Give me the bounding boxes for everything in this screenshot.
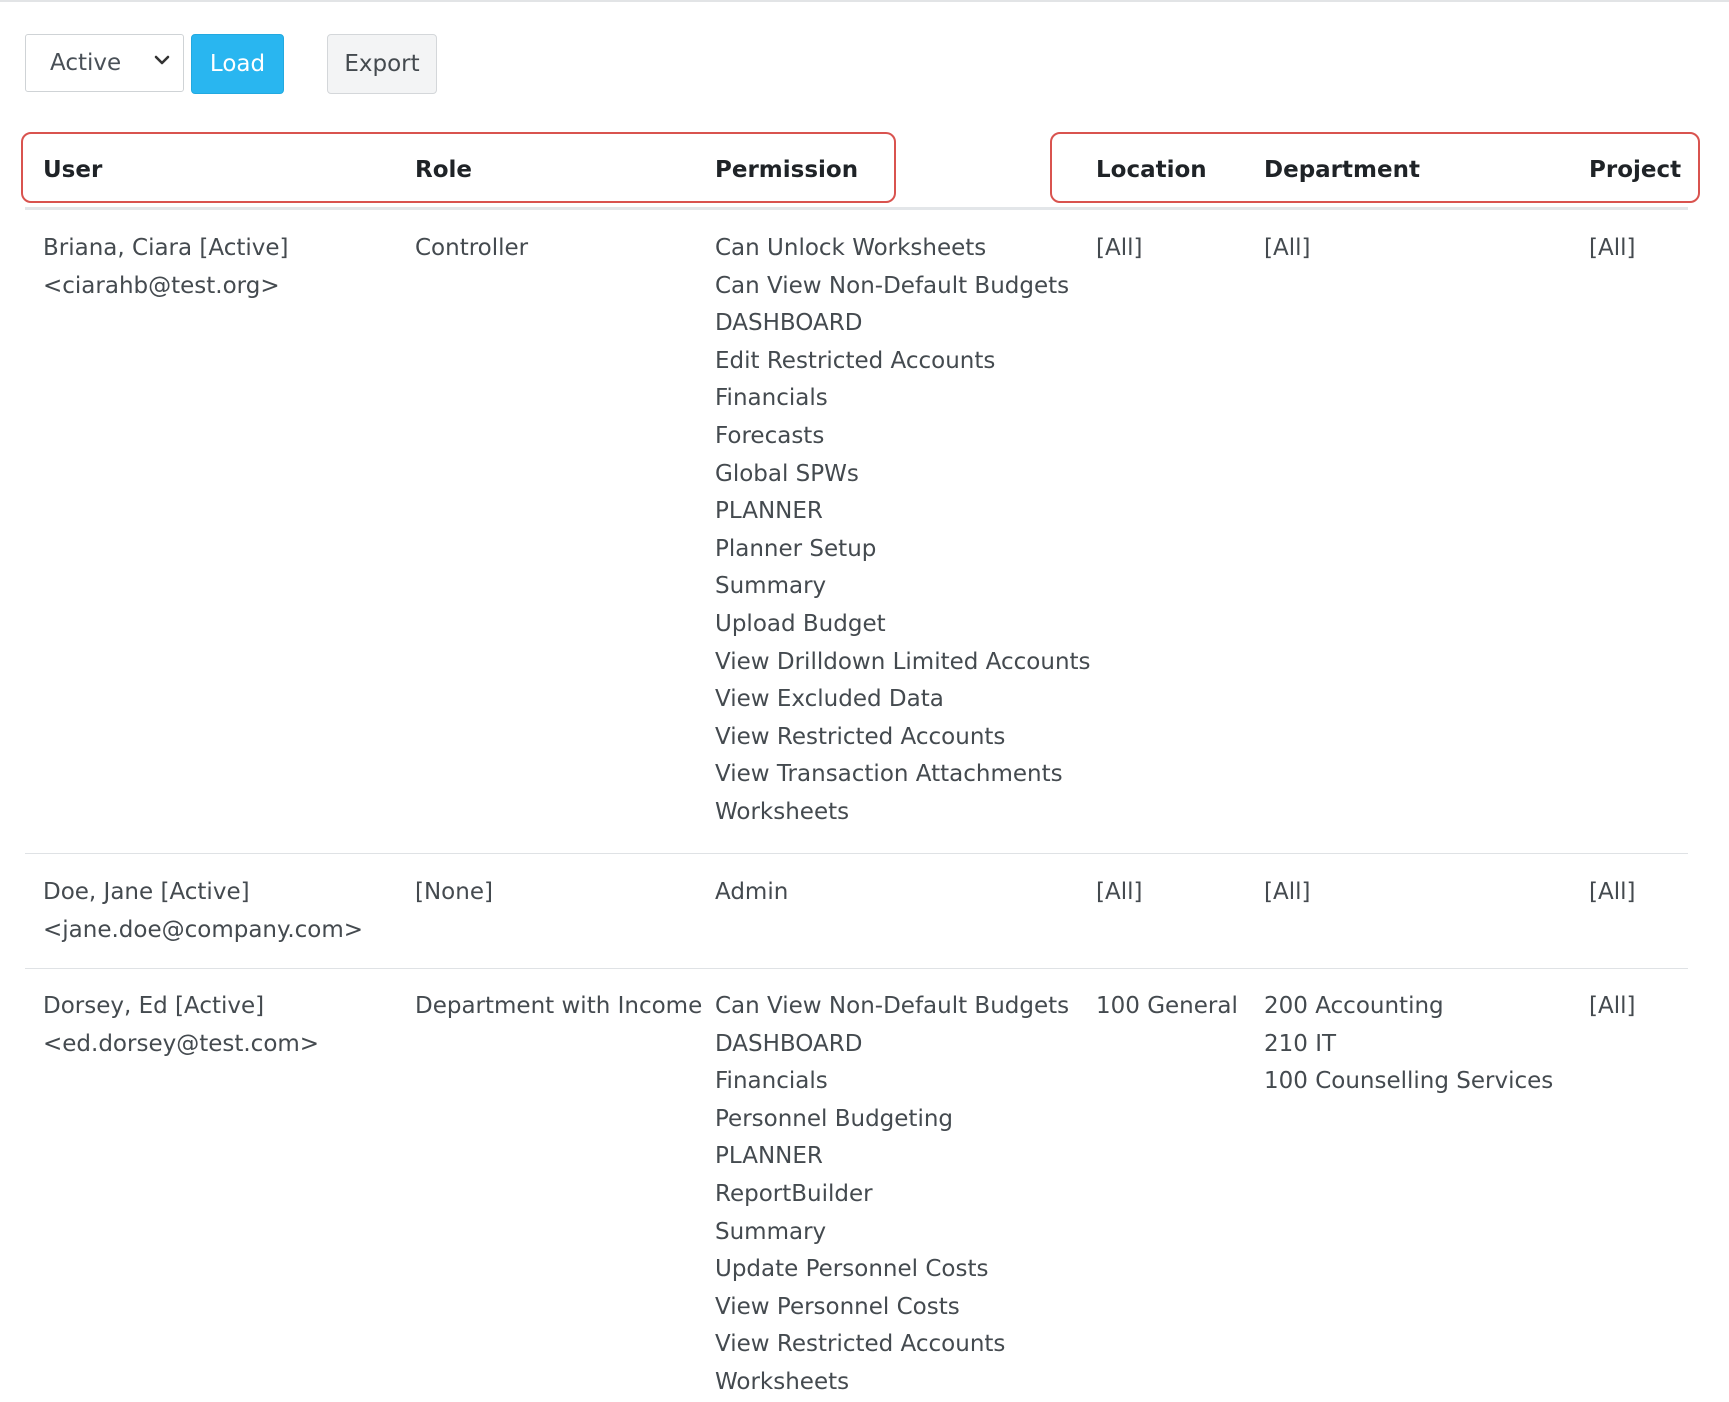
permission-cell-line: View Excluded Data	[715, 686, 944, 713]
permission-cell-line: Summary	[715, 1218, 827, 1245]
permission-cell-line: PLANNER	[715, 1143, 823, 1170]
project-cell-line: [All]	[1589, 235, 1636, 261]
column-header-user[interactable]: User	[43, 157, 102, 183]
permission-cell-line: Worksheets	[715, 798, 850, 825]
load-button[interactable]: Load	[191, 34, 284, 94]
column-header-department[interactable]: Department	[1264, 157, 1420, 183]
user-email: <ed.dorsey@test.com>	[43, 1030, 320, 1057]
user-cell: Dorsey, Ed [Active] <ed.dorsey@test.com>	[43, 988, 319, 1063]
location-cell-line: 100 General	[1096, 993, 1238, 1019]
department-cell-line: [All]	[1264, 879, 1311, 905]
row-divider	[25, 968, 1688, 969]
department-cell-line: 100 Counselling Services	[1264, 1068, 1554, 1095]
role-cell: Department with Income	[415, 993, 703, 1019]
department-cell-line: 210 IT	[1264, 1030, 1337, 1057]
permission-cell-line: Upload Budget	[715, 610, 886, 637]
permission-cell-line: Forecasts	[715, 422, 825, 449]
permission-cell-line: Worksheets	[715, 1368, 850, 1395]
permission-cell-line: Admin	[715, 879, 789, 905]
header-divider	[25, 207, 1688, 210]
user-email: <ciarahb@test.org>	[43, 272, 280, 299]
role-cell: [None]	[415, 879, 493, 905]
status-select-value: Active	[50, 50, 122, 76]
user-name: Doe, Jane [Active]	[43, 879, 250, 905]
export-button[interactable]: Export	[327, 34, 437, 94]
project-cell: [All]	[1589, 874, 1635, 912]
permission-cell-line: Edit Restricted Accounts	[715, 347, 996, 374]
permission-cell-line: View Transaction Attachments	[715, 761, 1063, 788]
department-cell: [All]	[1264, 874, 1310, 912]
permission-cell-line: Summary	[715, 573, 827, 600]
column-header-role[interactable]: Role	[415, 157, 472, 183]
location-cell: [All]	[1096, 230, 1142, 268]
project-cell: [All]	[1589, 988, 1635, 1026]
role-cell: Controller	[415, 235, 529, 261]
project-cell-line: [All]	[1589, 993, 1636, 1019]
permission-cell-line: Update Personnel Costs	[715, 1256, 989, 1283]
user-cell: Doe, Jane [Active] <jane.doe@company.com>	[43, 874, 363, 949]
permission-cell-line: Financials	[715, 1068, 828, 1095]
project-cell: [All]	[1589, 230, 1635, 268]
permission-cell-line: Personnel Budgeting	[715, 1105, 954, 1132]
permission-cell: Admin	[715, 874, 788, 912]
user-cell: Briana, Ciara [Active] <ciarahb@test.org>	[43, 230, 289, 305]
permission-cell-line: View Restricted Accounts	[715, 723, 1006, 750]
chevron-down-icon	[154, 55, 170, 65]
permission-cell-line: View Personnel Costs	[715, 1293, 960, 1320]
permission-cell-line: Planner Setup	[715, 535, 877, 562]
user-name: Dorsey, Ed [Active]	[43, 993, 265, 1019]
location-cell: 100 General	[1096, 988, 1238, 1026]
location-cell-line: [All]	[1096, 879, 1143, 905]
department-cell-line: 200 Accounting	[1264, 993, 1444, 1019]
permission-cell-line: Financials	[715, 385, 828, 412]
permission-cell-line: ReportBuilder	[715, 1180, 873, 1207]
project-cell-line: [All]	[1589, 879, 1636, 905]
permission-cell-line: Can View Non-Default Budgets	[715, 993, 1070, 1019]
column-header-project[interactable]: Project	[1589, 157, 1681, 183]
top-divider	[0, 0, 1729, 2]
department-cell: [All]	[1264, 230, 1310, 268]
permission-cell-line: Global SPWs	[715, 460, 859, 487]
permission-cell: Can View Non-Default Budgets DASHBOARD Fin…	[715, 988, 1069, 1402]
permission-cell-line: PLANNER	[715, 498, 823, 525]
department-cell: 200 Accounting 210 IT 100 Counselling Serv…	[1264, 988, 1553, 1101]
permission-cell-line: View Restricted Accounts	[715, 1331, 1006, 1358]
status-select[interactable]: Active	[25, 34, 184, 92]
column-header-permission[interactable]: Permission	[715, 157, 858, 183]
permission-cell: Can Unlock Worksheets Can View Non-Defaul…	[715, 230, 1091, 832]
permission-cell-line: View Drilldown Limited Accounts	[715, 648, 1091, 675]
column-header-location[interactable]: Location	[1096, 157, 1207, 183]
location-cell-line: [All]	[1096, 235, 1143, 261]
row-divider	[25, 853, 1688, 854]
permission-cell-line: Can Unlock Worksheets	[715, 235, 987, 261]
user-name: Briana, Ciara [Active]	[43, 235, 289, 261]
user-email: <jane.doe@company.com>	[43, 916, 364, 943]
location-cell: [All]	[1096, 874, 1142, 912]
permission-cell-line: DASHBOARD	[715, 1030, 863, 1057]
permission-cell-line: DASHBOARD	[715, 310, 863, 337]
department-cell-line: [All]	[1264, 235, 1311, 261]
permission-cell-line: Can View Non-Default Budgets	[715, 272, 1070, 299]
